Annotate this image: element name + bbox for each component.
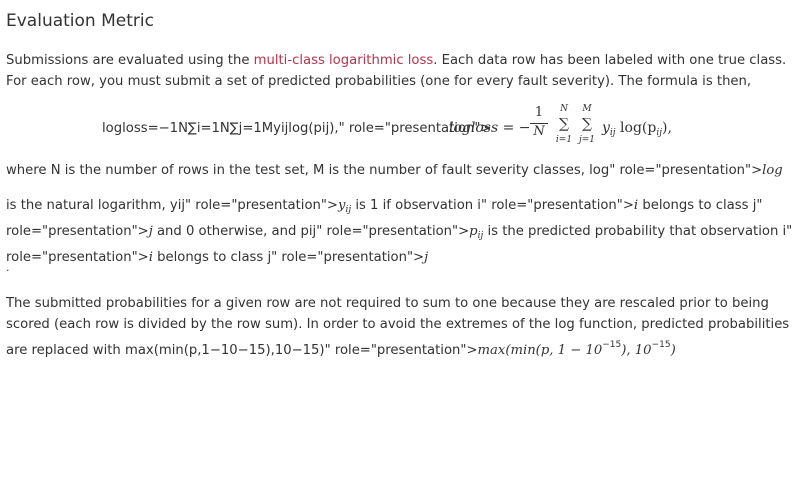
sum1-lower: i=1 [555, 135, 573, 145]
evaluation-page: Evaluation Metric Submissions are evalua… [0, 0, 810, 480]
definitions-paragraph: is the natural logarithm, yij" role="pre… [6, 198, 793, 265]
stray-period: . [6, 261, 10, 274]
sum2-lower: j=1 [578, 135, 596, 145]
logloss-formula: logloss=−1N∑i=1N∑j=1Myijlog(pij)," role=… [102, 104, 802, 156]
closing-paragraph: The submitted probabilities for a given … [6, 296, 790, 358]
intro-paragraph: Submissions are evaluated using the mult… [6, 50, 796, 92]
summation-over-classes: M ∑ j=1 [576, 104, 598, 146]
log-math: log [762, 163, 783, 178]
formula-lhs: logloss = − [449, 120, 531, 136]
sigma-symbol: ∑ [559, 116, 569, 132]
formula-rhs: yij log(pij), [602, 120, 672, 138]
where-paragraph: where N is the number of rows in the tes… [6, 163, 783, 178]
intro-text-before: Submissions are evaluated using the [6, 53, 254, 68]
sum2-upper: M [582, 104, 592, 114]
page-title: Evaluation Metric [6, 11, 154, 31]
sum1-upper: N [560, 104, 568, 114]
formula-source-text: logloss=−1N∑i=1N∑j=1Myijlog(pij)," role=… [102, 121, 492, 136]
sigma-symbol: ∑ [582, 116, 592, 132]
fraction-numerator: 1 [534, 105, 544, 120]
multi-class-log-loss-link[interactable]: multi-class logarithmic loss [254, 53, 434, 68]
fraction-denominator: N [533, 124, 545, 139]
formula-fraction: 1 N [529, 104, 549, 140]
summation-over-rows: N ∑ i=1 [553, 104, 575, 146]
